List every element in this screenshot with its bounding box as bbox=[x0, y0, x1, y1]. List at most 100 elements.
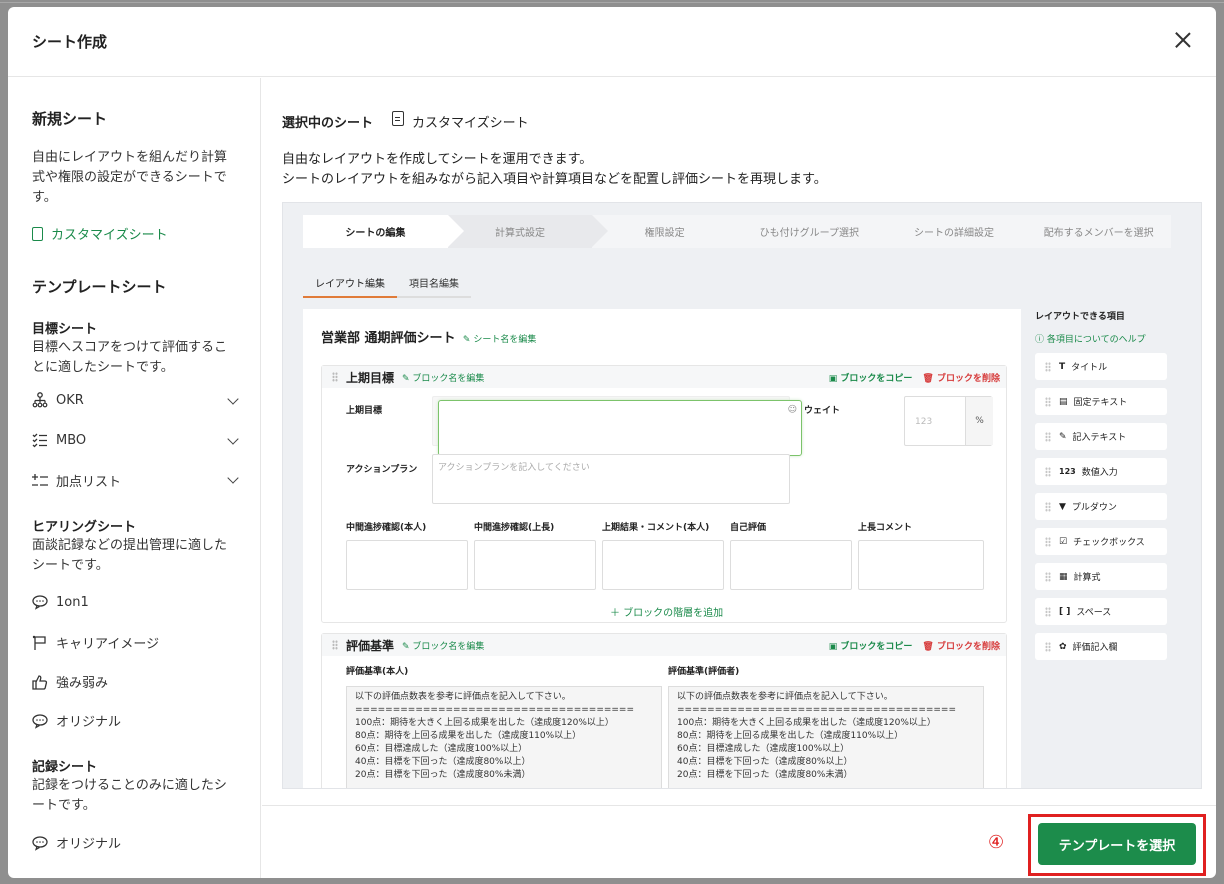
emoji-icon: ☺ bbox=[787, 405, 797, 415]
palette-help-link: ⓘ 各項目についてのヘルプ bbox=[1035, 335, 1146, 345]
new-sheet-heading: 新規シート bbox=[32, 110, 108, 128]
number-icon: 123 bbox=[1059, 467, 1076, 476]
sidebar-item-points-list[interactable]: 加点リスト bbox=[32, 471, 239, 490]
block-first-half-goal: 上期目標 ✎ ブロック名を編集 ▣ ブロックをコピー 🗑 ブロックを削除 上期目… bbox=[321, 365, 1007, 623]
palette-item-title: T タイトル bbox=[1035, 353, 1167, 380]
drag-handle-icon bbox=[1045, 466, 1051, 477]
sheet-description: 自由なレイアウトを作成してシートを運用できます。 シートのレイアウトを組みながら… bbox=[282, 152, 827, 187]
modal-header: シート作成 bbox=[8, 7, 1216, 77]
step-sheet-edit: シートの編集 bbox=[303, 215, 464, 248]
selected-sheet-value: カスタマイズシート bbox=[412, 116, 529, 131]
palette-item-entry-text: ✎ 記入テキスト bbox=[1035, 423, 1167, 450]
step-formula: 計算式設定 bbox=[447, 215, 608, 248]
column-input bbox=[858, 540, 984, 590]
custom-sheet-link-label: カスタマイズシート bbox=[51, 228, 168, 243]
text-icon: T bbox=[1059, 361, 1066, 372]
sheet-preview: シートの編集 計算式設定 権限設定 ひも付けグループ選択 シートの詳細設定 配布… bbox=[282, 202, 1202, 789]
modal-footer: ④ テンプレートを選択 bbox=[262, 805, 1216, 878]
palette-title: レイアウトできる項目 bbox=[1035, 312, 1125, 322]
sidebar-item-original-record[interactable]: オリジナル bbox=[32, 833, 237, 852]
palette-item-checkbox: ☑ チェックボックス bbox=[1035, 528, 1167, 555]
goal-sheet-heading: 目標シート bbox=[32, 322, 98, 337]
sidebar-item-label: MBO bbox=[56, 432, 87, 448]
template-heading: テンプレートシート bbox=[32, 278, 167, 296]
sheet-canvas: 営業部 通期評価シート ✎ シート名を編集 上期目標 ✎ ブロック名を編集 ▣ … bbox=[303, 309, 1021, 788]
thumbs-up-icon bbox=[32, 674, 48, 690]
column-input bbox=[602, 540, 724, 590]
sidebar-item-mbo[interactable]: MBO bbox=[32, 432, 239, 448]
custom-sheet-link[interactable]: カスタマイズシート bbox=[32, 224, 168, 243]
chat-bubble-icon bbox=[32, 835, 48, 851]
column-label: 上期結果・コメント(本人) bbox=[602, 523, 710, 533]
drag-handle-icon bbox=[1045, 361, 1051, 372]
action-plan-label: アクションプラン bbox=[346, 465, 418, 475]
tab-item-name-edit: 項目名編集 bbox=[397, 269, 471, 298]
drag-handle-icon bbox=[1045, 431, 1051, 442]
space-icon: [ ] bbox=[1059, 606, 1071, 617]
drag-handle-icon bbox=[1045, 501, 1051, 512]
sidebar-item-label: 1on1 bbox=[56, 594, 89, 610]
chevron-down-icon bbox=[227, 393, 239, 405]
column-input bbox=[346, 540, 468, 590]
modal-title: シート作成 bbox=[32, 33, 108, 51]
drag-handle-icon bbox=[1045, 606, 1051, 617]
palette-item-dropdown: ▼ プルダウン bbox=[1035, 493, 1167, 520]
sidebar-item-label: 強み弱み bbox=[56, 676, 109, 691]
drag-handle-icon bbox=[332, 372, 338, 382]
sheet-title: 営業部 通期評価シート ✎ シート名を編集 bbox=[321, 331, 537, 346]
block-header: 上期目標 ✎ ブロック名を編集 ▣ ブロックをコピー 🗑 ブロックを削除 bbox=[322, 366, 1006, 388]
chat-bubble-icon bbox=[32, 713, 48, 729]
drag-handle-icon bbox=[1045, 536, 1051, 547]
sidebar-item-1on1[interactable]: 1on1 bbox=[32, 594, 237, 610]
rename-block-link: ✎ ブロック名を編集 bbox=[402, 641, 485, 652]
goal-label: 上期目標 bbox=[346, 406, 383, 416]
column-input bbox=[474, 540, 596, 590]
block-evaluation-criteria: 評価基準 ✎ ブロック名を編集 ▣ ブロックをコピー 🗑 ブロックを削除 評価基… bbox=[321, 633, 1007, 788]
goal-sheet-desc: 目標へスコアをつけて評価することに適したシートです。 bbox=[32, 340, 228, 375]
drag-handle-icon bbox=[1045, 396, 1051, 407]
criteria-self-label: 評価基準(本人) bbox=[346, 667, 409, 677]
sidebar-item-label: オリジナル bbox=[56, 837, 122, 852]
delete-block-link: 🗑 ブロックを削除 bbox=[922, 642, 1000, 652]
tab-layout-edit: レイアウト編集 bbox=[303, 269, 397, 298]
sidebar-item-original-hearing[interactable]: オリジナル bbox=[32, 711, 237, 730]
rename-sheet-link: ✎ シート名を編集 bbox=[460, 335, 537, 345]
sidebar-item-career-image[interactable]: キャリアイメージ bbox=[32, 633, 237, 652]
palette-item-evaluation: ✿ 評価記入欄 bbox=[1035, 633, 1167, 660]
subtabs: レイアウト編集 項目名編集 bbox=[303, 269, 471, 298]
chevron-down-icon bbox=[227, 433, 239, 445]
drag-handle-icon bbox=[1045, 641, 1051, 652]
badge-icon: ✿ bbox=[1059, 641, 1067, 652]
column-label: 中間進捗確認(本人) bbox=[346, 523, 427, 533]
step-details: シートの詳細設定 bbox=[914, 228, 995, 239]
edit-text-icon: ✎ bbox=[1059, 431, 1067, 442]
palette-item-number-input: 123 数値入力 bbox=[1035, 458, 1167, 485]
step-permissions: 権限設定 bbox=[644, 228, 685, 239]
fixed-text-icon: ▤ bbox=[1059, 396, 1068, 407]
goal-input-dragging: ☺ bbox=[438, 400, 802, 456]
drag-handle-icon bbox=[332, 640, 338, 650]
sidebar-item-strengths[interactable]: 強み弱み bbox=[32, 672, 237, 691]
column-label: 自己評価 bbox=[730, 523, 767, 533]
palette-item-fixed-text: ▤ 固定テキスト bbox=[1035, 388, 1167, 415]
drag-handle-icon bbox=[1045, 571, 1051, 582]
sidebar-item-okr[interactable]: OKR bbox=[32, 392, 239, 408]
select-template-button[interactable]: テンプレートを選択 bbox=[1038, 823, 1196, 865]
record-sheet-desc: 記録をつけることのみに適したシートです。 bbox=[32, 778, 227, 813]
calculator-icon: ▦ bbox=[1059, 571, 1068, 582]
record-sheet-heading: 記録シート bbox=[32, 760, 98, 775]
close-icon[interactable] bbox=[1172, 29, 1194, 51]
org-chart-icon bbox=[32, 392, 48, 408]
sidebar-item-label: OKR bbox=[56, 392, 84, 408]
weight-input: 123 % bbox=[904, 396, 993, 446]
checklist-icon bbox=[32, 432, 48, 448]
weight-label: ウェイト bbox=[804, 406, 841, 416]
criteria-self-text: 以下の評価点数表を参考に評価点を記入して下さい。 ===============… bbox=[346, 686, 662, 788]
column-input bbox=[730, 540, 852, 590]
plus-minus-list-icon bbox=[32, 473, 48, 489]
sidebar: 新規シート 自由にレイアウトを組んだり計算式や権限の設定ができるシートです。 カ… bbox=[8, 78, 261, 878]
action-plan-input: アクションプランを記入してください bbox=[432, 454, 790, 504]
hearing-sheet-heading: ヒアリングシート bbox=[32, 520, 137, 535]
criteria-evaluator-text: 以下の評価点数表を参考に評価点を記入して下さい。 ===============… bbox=[668, 686, 984, 788]
sidebar-item-label: 加点リスト bbox=[56, 475, 122, 490]
